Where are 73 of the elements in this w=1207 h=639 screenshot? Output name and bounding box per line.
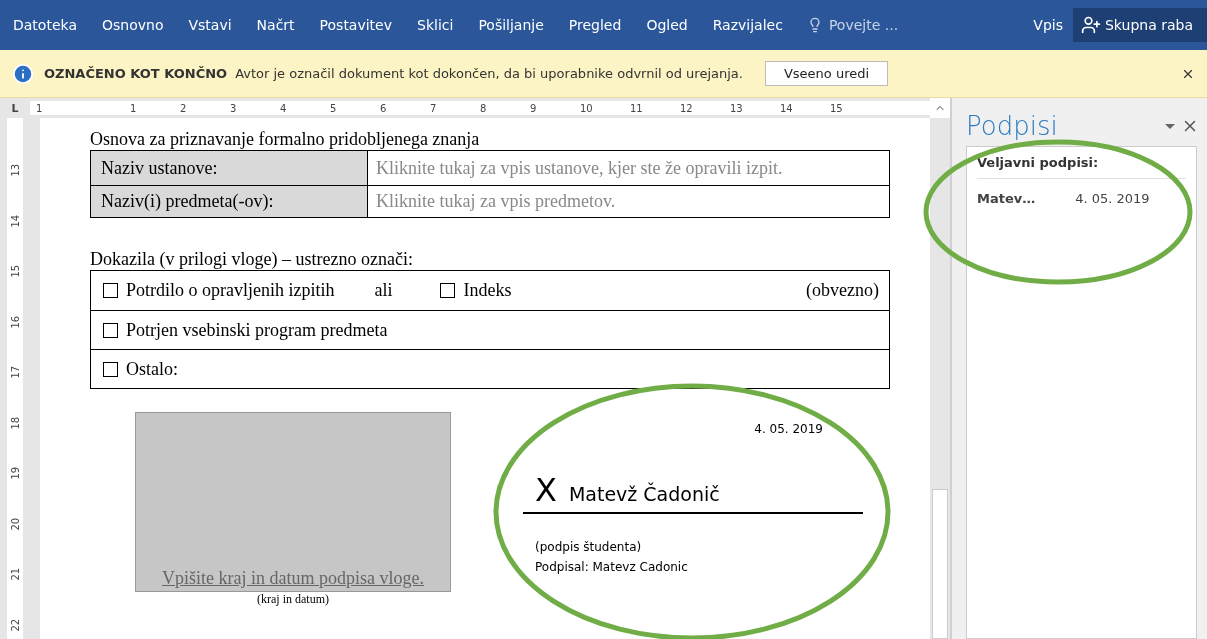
checkbox[interactable]: [440, 283, 456, 298]
ribbon-tab[interactable]: Vstavi: [179, 11, 241, 39]
ruler-number: 1: [35, 102, 44, 114]
message-title: OZNAČENO KOT KONČNO: [44, 66, 228, 81]
ruler-number: 14: [9, 213, 21, 227]
ruler-number: 10: [580, 102, 594, 114]
scroll-up-button[interactable]: [930, 98, 950, 118]
checkbox[interactable]: [103, 322, 118, 338]
checkbox-label: Potrjen vsebinski program predmeta: [126, 319, 388, 341]
note-text: (obvezno): [806, 280, 879, 301]
signer-role: (podpis študenta): [535, 540, 643, 554]
ribbon-tab[interactable]: Postavitev: [310, 11, 401, 39]
checkbox[interactable]: [103, 361, 118, 377]
signer-name: Matevž Čadonič: [568, 483, 720, 505]
ruler-number: 15: [9, 263, 21, 278]
section-heading: Dokazila (v prilogi vloge) – ustrezno označi:: [90, 248, 414, 270]
ribbon-tab[interactable]: Pošiljanje: [469, 11, 553, 39]
table-label-cell: Naziv ustanove:: [91, 151, 368, 185]
ruler-number: 4: [280, 102, 288, 114]
tell-me-field[interactable]: Povejte ...: [826, 16, 917, 34]
message-text: Avtor je označil dokument kot dokončen, da bi uporabnike odvrnil od urejanja.: [235, 66, 743, 81]
conjunction-text: ali: [374, 280, 393, 301]
content-control-placeholder[interactable]: Kliknite tukaj za vpis predmetov.: [368, 186, 889, 217]
ribbon-tab[interactable]: Sklici: [408, 11, 463, 39]
ribbon-tab[interactable]: Ogled: [637, 11, 697, 39]
ruler-number: 22: [9, 617, 21, 631]
signature-line[interactable]: 4. 05. 2019 X Matevž Čadonič (podpis študenta) Podpisal: Matevz Cadonic: [523, 412, 863, 607]
info-icon: [12, 62, 34, 85]
ruler-number: 8: [480, 102, 488, 114]
signed-by-text: Podpisal: Matevz Cadonic: [535, 560, 689, 574]
section-heading: Osnova za priznavanje formalno pridobljenega znanja: [90, 128, 481, 150]
ruler-number: 20: [9, 516, 21, 530]
ribbon-tab[interactable]: Osnovno: [92, 11, 173, 39]
edit-anyway-button[interactable]: Vseeno uredi: [764, 61, 889, 86]
ruler-number: 16: [9, 314, 21, 328]
ruler-number: 2: [180, 102, 188, 114]
user-plus-icon: [1080, 15, 1101, 35]
ruler-number: 11: [630, 102, 644, 114]
ruler-number: 1: [130, 102, 138, 114]
checkbox[interactable]: [103, 283, 118, 298]
ruler-number: 14: [780, 102, 794, 114]
signer-name[interactable]: Matev…: [977, 191, 1036, 206]
pane-title: Podpisi: [966, 111, 1058, 141]
ruler-number: 18: [9, 415, 21, 429]
ruler-number: 19: [9, 465, 21, 480]
ruler-number: 6: [380, 102, 388, 114]
checkbox-label: Ostalo:: [126, 358, 178, 380]
ruler-number: 7: [430, 102, 438, 114]
table-label-cell: Naziv(i) predmeta(-ov):: [91, 186, 368, 217]
ruler-number: 13: [9, 162, 21, 177]
signature-date: 4. 05. 2019: [754, 422, 823, 436]
ruler-number: 9: [530, 102, 538, 114]
content-control-placeholder[interactable]: Kliknite tukaj za vpis ustanove, kjer ste že opravili izpit.: [368, 151, 889, 185]
ribbon-tab[interactable]: Razvijalec: [703, 11, 792, 39]
ribbon-tab[interactable]: Načrt: [247, 11, 304, 39]
signature-mark: X: [535, 472, 557, 508]
checkbox-label: Potrdilo o opravljenih izpitih: [126, 280, 335, 301]
ruler-number: 21: [9, 566, 21, 581]
signature-date: 4. 05. 2019: [1075, 191, 1150, 206]
field-caption: (kraj in datum): [257, 592, 329, 607]
section-label: Veljavni podpisi:: [977, 155, 1186, 179]
ruler-number: 17: [9, 364, 21, 379]
share-button[interactable]: Skupna raba: [1072, 8, 1207, 42]
ruler-number: 5: [330, 102, 338, 114]
sign-in-button[interactable]: Vpis: [1023, 11, 1073, 39]
ruler-number: 13: [730, 102, 744, 114]
ruler-number: 3: [230, 102, 238, 114]
tab-selector[interactable]: L: [0, 101, 30, 115]
ribbon-tab[interactable]: Pregled: [559, 11, 631, 39]
checkbox-label: Indeks: [463, 280, 512, 301]
ruler-number: 15: [830, 102, 844, 114]
ribbon-tab[interactable]: Datoteka: [4, 11, 86, 39]
ruler-number: 12: [680, 102, 694, 114]
